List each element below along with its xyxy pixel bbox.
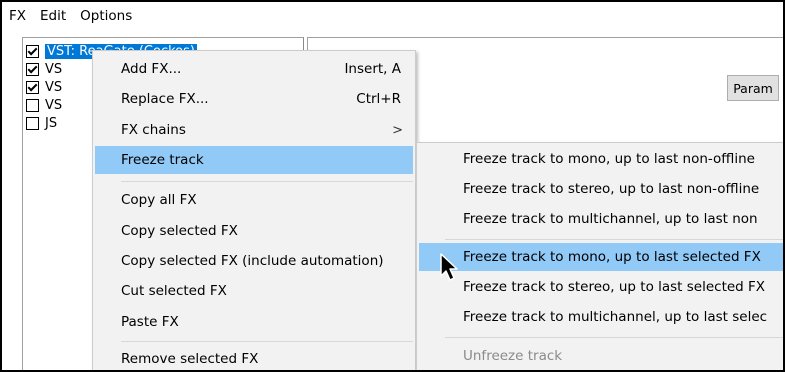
menu-item-shortcut: Ctrl+R [356, 91, 401, 107]
menu-item-label: Freeze track to mono, up to last selecte… [463, 249, 761, 265]
menu-item-paste-fx[interactable]: Paste FX [93, 308, 415, 336]
freeze-track-submenu: Freeze track to mono, up to last non-off… [416, 142, 783, 370]
menu-item-label: Replace FX... [121, 91, 209, 107]
fx-enable-checkbox[interactable] [26, 44, 39, 58]
menu-bar: FX Edit Options [2, 2, 783, 30]
fx-enable-checkbox[interactable] [26, 98, 39, 112]
menu-item-replace-fx[interactable]: Replace FX... Ctrl+R [93, 85, 415, 113]
menu-item-label: Cut selected FX [121, 283, 227, 299]
menu-item-freeze-mono-nonoffline[interactable]: Freeze track to mono, up to last non-off… [417, 145, 783, 173]
fx-name: VS [45, 61, 63, 77]
menu-item-label: Copy all FX [121, 192, 197, 208]
menu-item-freeze-mono-selected[interactable]: Freeze track to mono, up to last selecte… [419, 243, 783, 271]
menu-item-fx-chains[interactable]: FX chains > [93, 116, 415, 144]
menu-item-label: Remove selected FX [121, 351, 259, 367]
menu-edit[interactable]: Edit [33, 2, 73, 30]
mouse-pointer-icon [440, 253, 458, 281]
menu-item-freeze-stereo-nonoffline[interactable]: Freeze track to stereo, up to last non-o… [417, 175, 783, 203]
menu-item-remove-selected-fx[interactable]: Remove selected FX [93, 345, 415, 370]
fx-list-item[interactable]: VS [26, 60, 62, 78]
menu-item-label: Freeze track to mono, up to last non-off… [463, 151, 755, 167]
menu-item-label: Add FX... [121, 61, 182, 77]
menu-item-label: FX chains [121, 122, 186, 138]
menu-item-label: Unfreeze track [463, 348, 563, 364]
menu-separator [445, 337, 783, 338]
param-button[interactable]: Param [727, 75, 779, 101]
menu-separator [121, 181, 413, 182]
menu-item-label: Freeze track to multichannel, up to last… [463, 211, 758, 227]
menu-item-copy-selected-fx[interactable]: Copy selected FX [93, 217, 415, 245]
fx-name: VS [45, 79, 63, 95]
menu-item-label: Freeze track to stereo, up to last non-o… [463, 181, 760, 197]
menu-fx[interactable]: FX [2, 2, 33, 30]
fx-enable-checkbox[interactable] [26, 116, 39, 130]
fx-list-item[interactable]: VS [26, 96, 62, 114]
menu-item-freeze-track[interactable]: Freeze track [95, 146, 413, 174]
menu-item-cut-selected-fx[interactable]: Cut selected FX [93, 277, 415, 305]
menu-item-label: Freeze track [121, 152, 204, 168]
menu-item-freeze-multichannel-selected[interactable]: Freeze track to multichannel, up to last… [417, 303, 783, 331]
menu-separator [121, 341, 413, 342]
menu-item-freeze-multichannel-nonoffline[interactable]: Freeze track to multichannel, up to last… [417, 205, 783, 233]
submenu-arrow-icon: > [392, 122, 403, 138]
fx-enable-checkbox[interactable] [26, 80, 39, 94]
menu-options[interactable]: Options [73, 2, 139, 30]
fx-list-item[interactable]: JS [26, 114, 57, 132]
fx-window: FX Edit Options Param VST: ReaGate (Cock… [0, 0, 785, 372]
menu-item-label: Copy selected FX [121, 223, 238, 239]
menu-item-label: Copy selected FX (include automation) [121, 253, 384, 269]
fx-enable-checkbox[interactable] [26, 62, 39, 76]
fx-context-menu: Add FX... Insert, A Replace FX... Ctrl+R… [92, 50, 416, 370]
menu-separator [445, 239, 783, 240]
menu-item-label: Paste FX [121, 314, 179, 330]
fx-name: VS [45, 97, 63, 113]
menu-item-freeze-stereo-selected[interactable]: Freeze track to stereo, up to last selec… [417, 273, 783, 301]
fx-list-item[interactable]: VS [26, 78, 62, 96]
menu-item-shortcut: Insert, A [344, 61, 401, 77]
menu-item-add-fx[interactable]: Add FX... Insert, A [93, 55, 415, 83]
menu-item-copy-selected-fx-automation[interactable]: Copy selected FX (include automation) [93, 247, 415, 275]
menu-item-label: Freeze track to stereo, up to last selec… [463, 279, 766, 295]
menu-item-copy-all-fx[interactable]: Copy all FX [93, 186, 415, 214]
menu-item-label: Freeze track to multichannel, up to last… [463, 309, 768, 325]
fx-name: JS [45, 115, 58, 131]
menu-item-unfreeze-track[interactable]: Unfreeze track [417, 342, 783, 370]
